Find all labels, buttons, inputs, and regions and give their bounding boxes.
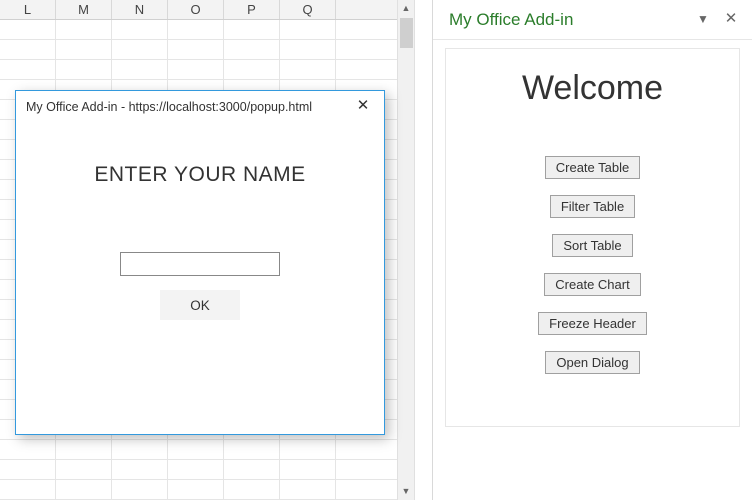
scroll-down-icon[interactable]: ▼ (398, 483, 414, 500)
dialog-title: My Office Add-in - https://localhost:300… (26, 100, 348, 114)
create-table-button[interactable]: Create Table (545, 156, 640, 179)
table-row (0, 60, 414, 80)
cell[interactable] (56, 40, 112, 60)
cell[interactable] (168, 40, 224, 60)
vertical-scrollbar[interactable]: ▲ ▼ (397, 0, 414, 500)
cell[interactable] (280, 20, 336, 40)
cell[interactable] (0, 40, 56, 60)
table-row (0, 460, 414, 480)
cell[interactable] (112, 40, 168, 60)
dialog-titlebar[interactable]: My Office Add-in - https://localhost:300… (16, 91, 384, 123)
column-header-q[interactable]: Q (280, 0, 336, 19)
table-row (0, 40, 414, 60)
welcome-heading: Welcome (446, 69, 739, 108)
cell[interactable] (112, 480, 168, 500)
cell[interactable] (280, 40, 336, 60)
task-pane-title: My Office Add-in (449, 10, 686, 30)
cell[interactable] (280, 460, 336, 480)
task-pane-body: Welcome Create Table Filter Table Sort Tab… (433, 40, 752, 435)
column-header-l[interactable]: L (0, 0, 56, 19)
column-header-n[interactable]: N (112, 0, 168, 19)
popup-dialog: My Office Add-in - https://localhost:300… (15, 90, 385, 435)
table-row (0, 480, 414, 500)
cell[interactable] (0, 60, 56, 80)
dialog-heading: ENTER YOUR NAME (16, 163, 384, 187)
scroll-up-icon[interactable]: ▲ (398, 0, 414, 17)
cell[interactable] (168, 440, 224, 460)
table-row (0, 440, 414, 460)
cell[interactable] (56, 60, 112, 80)
cell[interactable] (224, 40, 280, 60)
cell[interactable] (0, 440, 56, 460)
ok-button[interactable]: OK (160, 290, 240, 320)
cell[interactable] (224, 60, 280, 80)
filter-table-button[interactable]: Filter Table (550, 195, 635, 218)
open-dialog-button[interactable]: Open Dialog (545, 351, 639, 374)
cell[interactable] (168, 60, 224, 80)
cell[interactable] (280, 440, 336, 460)
scroll-thumb[interactable] (400, 18, 413, 48)
cell[interactable] (112, 20, 168, 40)
cell[interactable] (224, 20, 280, 40)
cell[interactable] (168, 460, 224, 480)
task-pane-close-icon[interactable]: ✕ (720, 9, 742, 31)
cell[interactable] (224, 440, 280, 460)
cell[interactable] (112, 440, 168, 460)
table-row (0, 20, 414, 40)
column-header-p[interactable]: P (224, 0, 280, 19)
create-chart-button[interactable]: Create Chart (544, 273, 640, 296)
dialog-body: ENTER YOUR NAME OK (16, 163, 384, 320)
cell[interactable] (224, 480, 280, 500)
close-icon[interactable]: ✕ (348, 95, 378, 119)
cell[interactable] (56, 440, 112, 460)
cell[interactable] (0, 20, 56, 40)
cell[interactable] (56, 480, 112, 500)
column-header-o[interactable]: O (168, 0, 224, 19)
cell[interactable] (112, 60, 168, 80)
cell[interactable] (168, 480, 224, 500)
cell[interactable] (56, 20, 112, 40)
cell[interactable] (280, 60, 336, 80)
cell[interactable] (56, 460, 112, 480)
task-pane-menu-icon[interactable]: ▼ (692, 9, 714, 31)
task-pane-card: Welcome Create Table Filter Table Sort Tab… (445, 48, 740, 427)
freeze-header-button[interactable]: Freeze Header (538, 312, 647, 335)
cell[interactable] (168, 20, 224, 40)
task-pane-header: My Office Add-in ▼ ✕ (433, 0, 752, 40)
cell[interactable] (280, 480, 336, 500)
cell[interactable] (0, 480, 56, 500)
column-header-row: LMNOPQ (0, 0, 414, 20)
cell[interactable] (0, 460, 56, 480)
column-header-m[interactable]: M (56, 0, 112, 19)
task-pane: My Office Add-in ▼ ✕ Welcome Create Tabl… (432, 0, 752, 500)
cell[interactable] (224, 460, 280, 480)
name-input[interactable] (120, 252, 280, 276)
cell[interactable] (112, 460, 168, 480)
sort-table-button[interactable]: Sort Table (552, 234, 632, 257)
